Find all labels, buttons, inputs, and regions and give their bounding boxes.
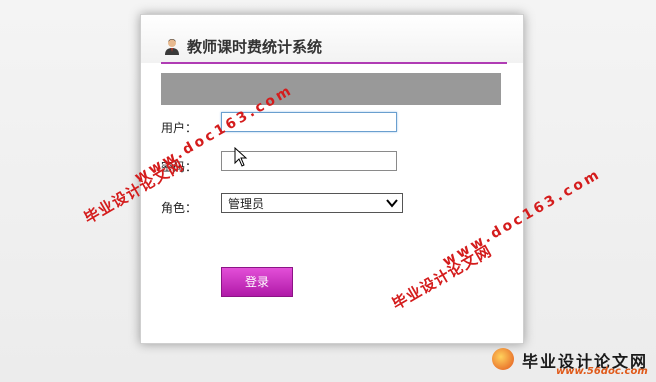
role-selected-value: 管理员 (228, 197, 265, 211)
site-logo-icon (492, 348, 514, 370)
login-button[interactable]: 登录 (221, 267, 293, 297)
footer-site-url: www.56doc.com (556, 366, 648, 377)
login-panel: 教师课时费统计系统 用户： 密码： 角色： 管理员 登录 (140, 14, 524, 344)
panel-header: 教师课时费统计系统 (141, 15, 523, 63)
role-select[interactable]: 管理员 (221, 193, 403, 213)
app-title: 教师课时费统计系统 (187, 38, 323, 56)
chevron-down-icon[interactable] (386, 197, 398, 209)
message-bar (161, 73, 501, 105)
mouse-cursor-icon (234, 147, 248, 167)
role-label: 角色： (161, 201, 198, 215)
username-label: 用户： (161, 121, 198, 135)
user-avatar-icon (165, 39, 179, 55)
title-divider (161, 62, 507, 64)
